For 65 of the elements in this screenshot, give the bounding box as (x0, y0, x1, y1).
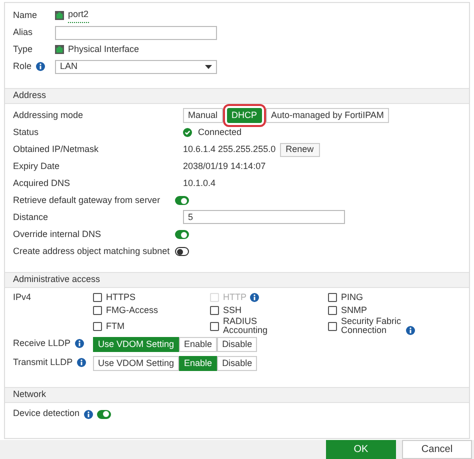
field-label: Acquired DNS (13, 176, 70, 190)
checkbox-label: Security Fabric Connection (341, 317, 402, 335)
type-value: Physical Interface (68, 42, 140, 56)
field-label: Transmit LLDP (13, 356, 73, 369)
field-label: IPv4 (13, 291, 32, 304)
field-label: Alias (13, 26, 33, 39)
field-label: Override internal DNS (13, 228, 102, 241)
checkbox[interactable] (93, 322, 102, 330)
text-input[interactable]: 5 (183, 210, 345, 224)
checkbox[interactable] (328, 306, 337, 314)
checkbox-label: HTTPS (106, 292, 136, 302)
mode-option[interactable]: Auto-managed by FortiIPAM (266, 108, 389, 123)
checkbox-label: RADIUS Accounting (223, 317, 269, 335)
checkbox-label: FMG-Access (106, 306, 158, 314)
field-label: Create address object matching subnet (13, 244, 170, 258)
mode-option[interactable]: Use VDOM Setting (93, 337, 180, 352)
toggle-switch[interactable] (96, 410, 111, 418)
field-label: Retrieve default gateway from server (13, 194, 160, 207)
checkbox-label: FTM (106, 322, 124, 330)
cancel-button[interactable]: Cancel (402, 440, 472, 459)
checkbox[interactable] (210, 322, 219, 330)
field-value: 10.1.0.4 (183, 178, 216, 188)
field-label: Status (13, 126, 39, 139)
checkbox[interactable] (93, 292, 102, 302)
field-label: Addressing mode (13, 108, 84, 122)
renew-button[interactable]: Renew (280, 142, 320, 156)
section-header: Address (5, 88, 469, 104)
mode-option[interactable]: Disable (217, 356, 258, 371)
mode-option[interactable]: Manual (183, 108, 223, 123)
checkbox[interactable] (210, 306, 219, 314)
section-header: Administrative access (5, 272, 469, 288)
ok-button[interactable]: OK (326, 440, 396, 459)
checkbox[interactable] (328, 322, 337, 330)
ip-value: 10.6.1.4 255.255.255.0 (183, 142, 276, 156)
field-label: Receive LLDP (13, 337, 71, 350)
field-label: Device detection (13, 407, 80, 420)
text-input[interactable] (55, 26, 217, 40)
checkbox-label: SNMP (341, 306, 368, 314)
field-label: Name (13, 8, 38, 22)
check-circle-icon (183, 128, 192, 137)
checkbox-label: PING (341, 292, 364, 302)
port-icon (55, 11, 64, 20)
field-label: Type (13, 42, 33, 56)
field-value: 2038/01/19 14:14:07 (183, 160, 266, 171)
toggle-switch[interactable] (175, 196, 189, 205)
field-label: Obtained IP/Netmask (13, 142, 99, 156)
status-value: Connected (198, 126, 242, 139)
interface-name-link[interactable]: port2 (68, 8, 89, 23)
field-label: Expiry Date (13, 160, 60, 173)
checkbox-label: SSH (223, 306, 242, 314)
interface-icon (55, 45, 64, 54)
section-header: Network (5, 387, 469, 403)
mode-option[interactable]: Enable (179, 337, 218, 352)
role-select[interactable]: LAN (55, 60, 217, 74)
checkbox[interactable] (93, 306, 102, 314)
caret-icon (205, 64, 212, 68)
checkbox[interactable] (328, 292, 337, 302)
mode-option[interactable]: Use VDOM Setting (93, 356, 180, 371)
checkbox-label: HTTP (223, 292, 246, 302)
toggle-switch[interactable] (175, 230, 189, 239)
field-label: Distance (13, 210, 48, 224)
mode-option[interactable]: Disable (217, 337, 258, 352)
field-label: Role (13, 60, 32, 73)
mode-option[interactable]: Enable (179, 356, 218, 371)
toggle-switch[interactable] (175, 247, 189, 256)
